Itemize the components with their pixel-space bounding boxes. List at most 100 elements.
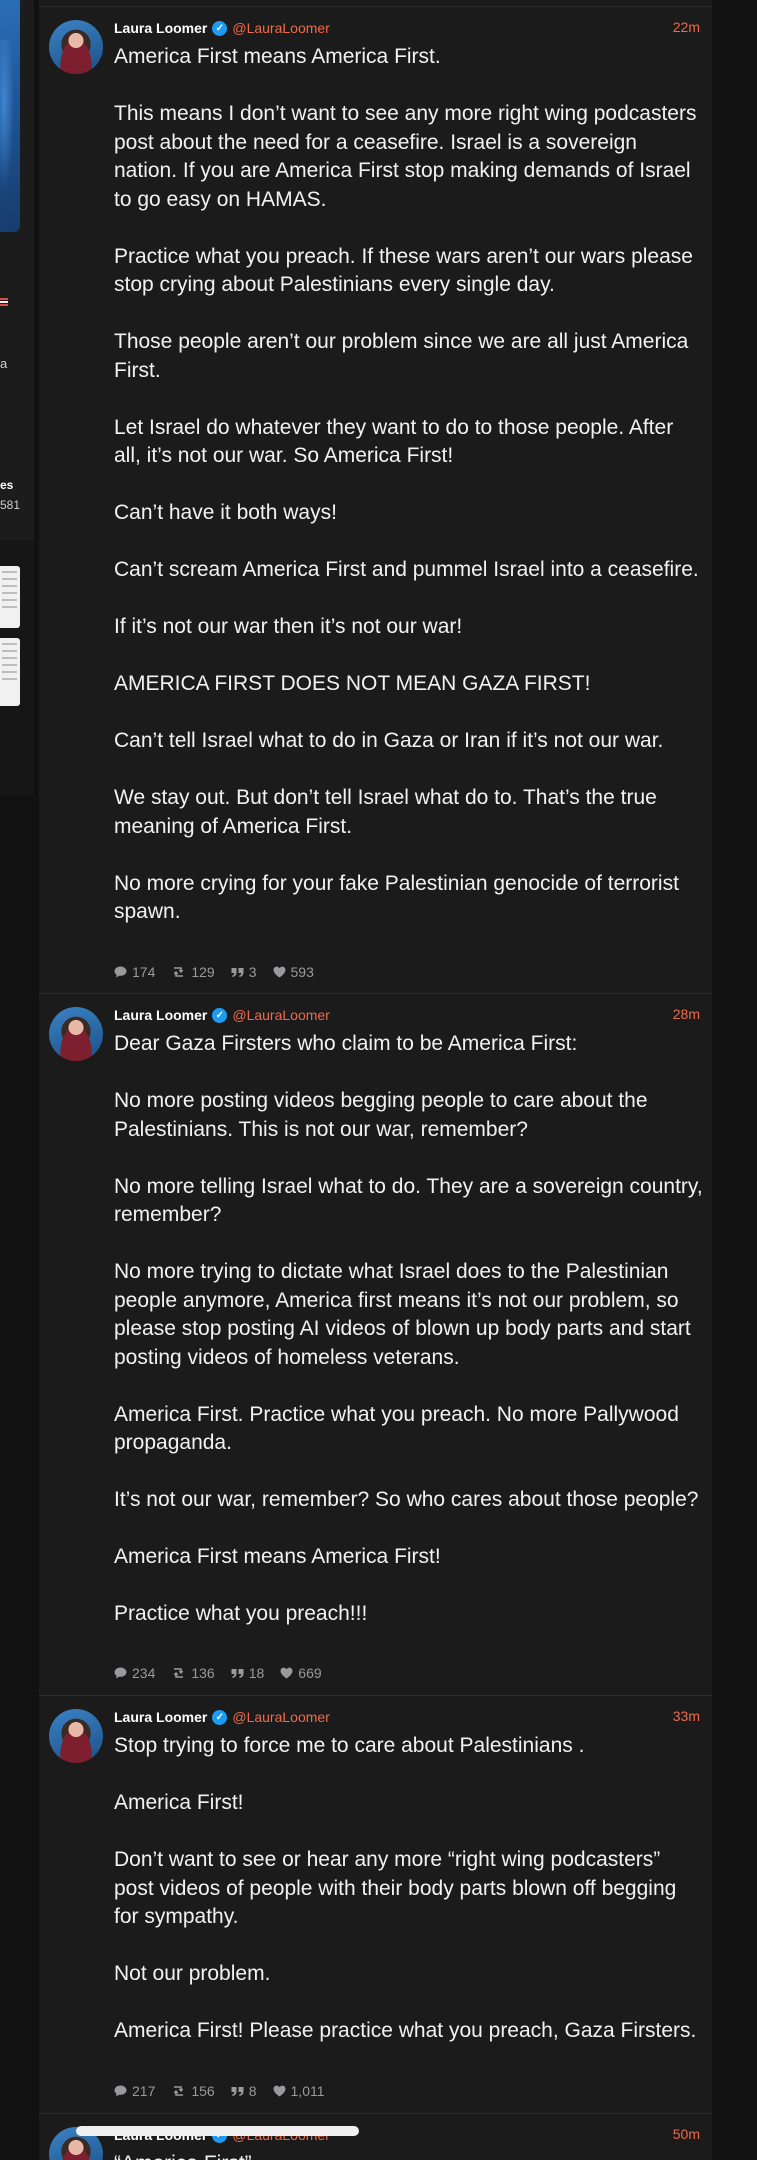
post-body: America First means America First. This …	[114, 43, 704, 927]
like-count: 669	[298, 1665, 322, 1681]
quote-icon	[231, 1668, 244, 1678]
post-paragraph: No more posting videos begging people to…	[114, 1089, 648, 1141]
repost-button[interactable]: 129	[171, 964, 215, 980]
post-paragraph: This means I don’t want to see any more …	[114, 102, 697, 211]
post-header: Laura Loomer ✓ @LauraLoomer	[114, 1708, 330, 1726]
post-paragraph: America First. Practice what you preach.…	[114, 1402, 679, 1455]
post-header: Laura Loomer ✓ @LauraLoomer	[114, 19, 330, 37]
verified-badge-icon: ✓	[212, 1007, 228, 1023]
heart-icon	[273, 2085, 286, 2097]
quote-button[interactable]: 18	[231, 1665, 265, 1681]
author-name[interactable]: Laura Loomer	[114, 20, 207, 36]
repost-icon	[174, 967, 184, 977]
author-handle[interactable]: @LauraLoomer	[232, 20, 330, 36]
sidebar-partial-count: 581	[0, 498, 21, 512]
comment-icon	[114, 966, 127, 978]
post-paragraph: No more telling Israel what to do. They …	[114, 1174, 703, 1227]
post-stats: 174 129 3 593	[114, 964, 314, 980]
post-paragraph: Let Israel do whatever they want to do t…	[114, 415, 674, 468]
post-header: Laura Loomer ✓ @LauraLoomer	[114, 1006, 330, 1024]
sidebar-partial-label: es	[0, 478, 14, 492]
reply-count: 234	[132, 1665, 156, 1681]
horizontal-scrollbar[interactable]	[76, 2126, 359, 2136]
left-sidebar: a es 581	[0, 0, 39, 2160]
post-paragraph: It’s not our war, remember? So who cares…	[114, 1488, 699, 1511]
reply-button[interactable]: 217	[114, 2083, 155, 2099]
media-card	[0, 540, 34, 795]
like-button[interactable]: 1,011	[273, 2083, 325, 2099]
repost-icon	[174, 1668, 184, 1678]
post-stats: 234 136 18 669	[114, 1665, 322, 1681]
quote-button[interactable]: 3	[231, 964, 257, 980]
post-timestamp[interactable]: 22m	[673, 19, 700, 35]
post-timestamp[interactable]: 50m	[673, 2126, 700, 2142]
document-thumbnail[interactable]	[0, 638, 20, 706]
post-paragraph: “America First”	[114, 2150, 704, 2160]
post-paragraph: Stop trying to force me to care about Pa…	[114, 1734, 585, 1757]
post-paragraph: We stay out. But don’t tell Israel what …	[114, 786, 657, 838]
post-paragraph: Can’t have it both ways!	[114, 501, 337, 524]
post-paragraph: No more trying to dictate what Israel do…	[114, 1260, 691, 1369]
post-body: “America First”	[114, 2150, 704, 2160]
post-paragraph: Practice what you preach!!!	[114, 1602, 368, 1625]
like-button[interactable]: 593	[273, 964, 314, 980]
feed: Laura Loomer ✓ @LauraLoomer 22m America …	[39, 0, 712, 2160]
repost-button[interactable]: 136	[171, 1665, 215, 1681]
author-name[interactable]: Laura Loomer	[114, 1709, 207, 1725]
reply-button[interactable]: 174	[114, 964, 155, 980]
verified-badge-icon: ✓	[212, 20, 228, 36]
post-paragraph: AMERICA FIRST DOES NOT MEAN GAZA FIRST!	[114, 672, 591, 695]
post-paragraph: Can’t tell Israel what to do in Gaza or …	[114, 729, 664, 752]
avatar[interactable]	[49, 1007, 103, 1061]
post-timestamp[interactable]: 28m	[673, 1006, 700, 1022]
post-body: Stop trying to force me to care about Pa…	[114, 1732, 704, 2046]
post-paragraph: America First means America First.	[114, 45, 441, 68]
avatar[interactable]	[49, 20, 103, 74]
comment-icon	[114, 2085, 127, 2097]
flag-icon	[0, 298, 8, 308]
quote-icon	[231, 2086, 244, 2096]
like-count: 593	[290, 964, 314, 980]
page: a es 581 Laura Loomer ✓ @LauraLoomer 22m…	[0, 0, 757, 2160]
post-paragraph: America First!	[114, 1791, 244, 1814]
post-paragraph: America First means America First!	[114, 1545, 441, 1568]
heart-icon	[280, 1667, 293, 1679]
like-count: 1,011	[290, 2083, 325, 2099]
post[interactable]: Laura Loomer ✓ @LauraLoomer 50m “America…	[39, 2114, 712, 2160]
reply-count: 174	[132, 964, 156, 980]
repost-icon	[174, 2086, 184, 2096]
quote-icon	[231, 967, 244, 977]
author-name[interactable]: Laura Loomer	[114, 1007, 207, 1023]
post[interactable]: Laura Loomer ✓ @LauraLoomer 28m Dear Gaz…	[39, 994, 712, 1695]
sidebar-partial-text: a	[0, 356, 8, 371]
heart-icon	[273, 966, 286, 978]
post-body: Dear Gaza Firsters who claim to be Ameri…	[114, 1030, 704, 1629]
comment-icon	[114, 1667, 127, 1679]
profile-banner-image	[0, 0, 20, 232]
quote-count: 8	[248, 2083, 257, 2099]
author-handle[interactable]: @LauraLoomer	[232, 1007, 330, 1023]
document-thumbnail[interactable]	[0, 566, 20, 628]
post-paragraph: If it’s not our war then it’s not our wa…	[114, 615, 463, 638]
repost-count: 136	[191, 1665, 215, 1681]
repost-count: 156	[191, 2083, 215, 2099]
post[interactable]: Laura Loomer ✓ @LauraLoomer 22m America …	[39, 0, 712, 993]
post-paragraph: Dear Gaza Firsters who claim to be Ameri…	[114, 1032, 578, 1055]
profile-panel: a es 581	[0, 0, 34, 795]
post-timestamp[interactable]: 33m	[673, 1708, 700, 1724]
post-paragraph: Not our problem.	[114, 1962, 271, 1985]
post-paragraph: Practice what you preach. If these wars …	[114, 244, 693, 297]
post[interactable]: Laura Loomer ✓ @LauraLoomer 33m Stop try…	[39, 1696, 712, 2113]
post-paragraph: No more crying for your fake Palestinian…	[114, 871, 679, 924]
like-button[interactable]: 669	[280, 1665, 322, 1681]
post-paragraph: Don’t want to see or hear any more “righ…	[114, 1848, 677, 1928]
avatar[interactable]	[49, 1709, 103, 1763]
author-handle[interactable]: @LauraLoomer	[232, 1709, 330, 1725]
reply-button[interactable]: 234	[114, 1665, 155, 1681]
post-paragraph: Can’t scream America First and pummel Is…	[114, 558, 699, 581]
quote-count: 3	[248, 964, 257, 980]
repost-button[interactable]: 156	[171, 2083, 215, 2099]
quote-button[interactable]: 8	[231, 2083, 257, 2099]
quote-count: 18	[248, 1665, 265, 1681]
verified-badge-icon: ✓	[212, 1709, 228, 1725]
